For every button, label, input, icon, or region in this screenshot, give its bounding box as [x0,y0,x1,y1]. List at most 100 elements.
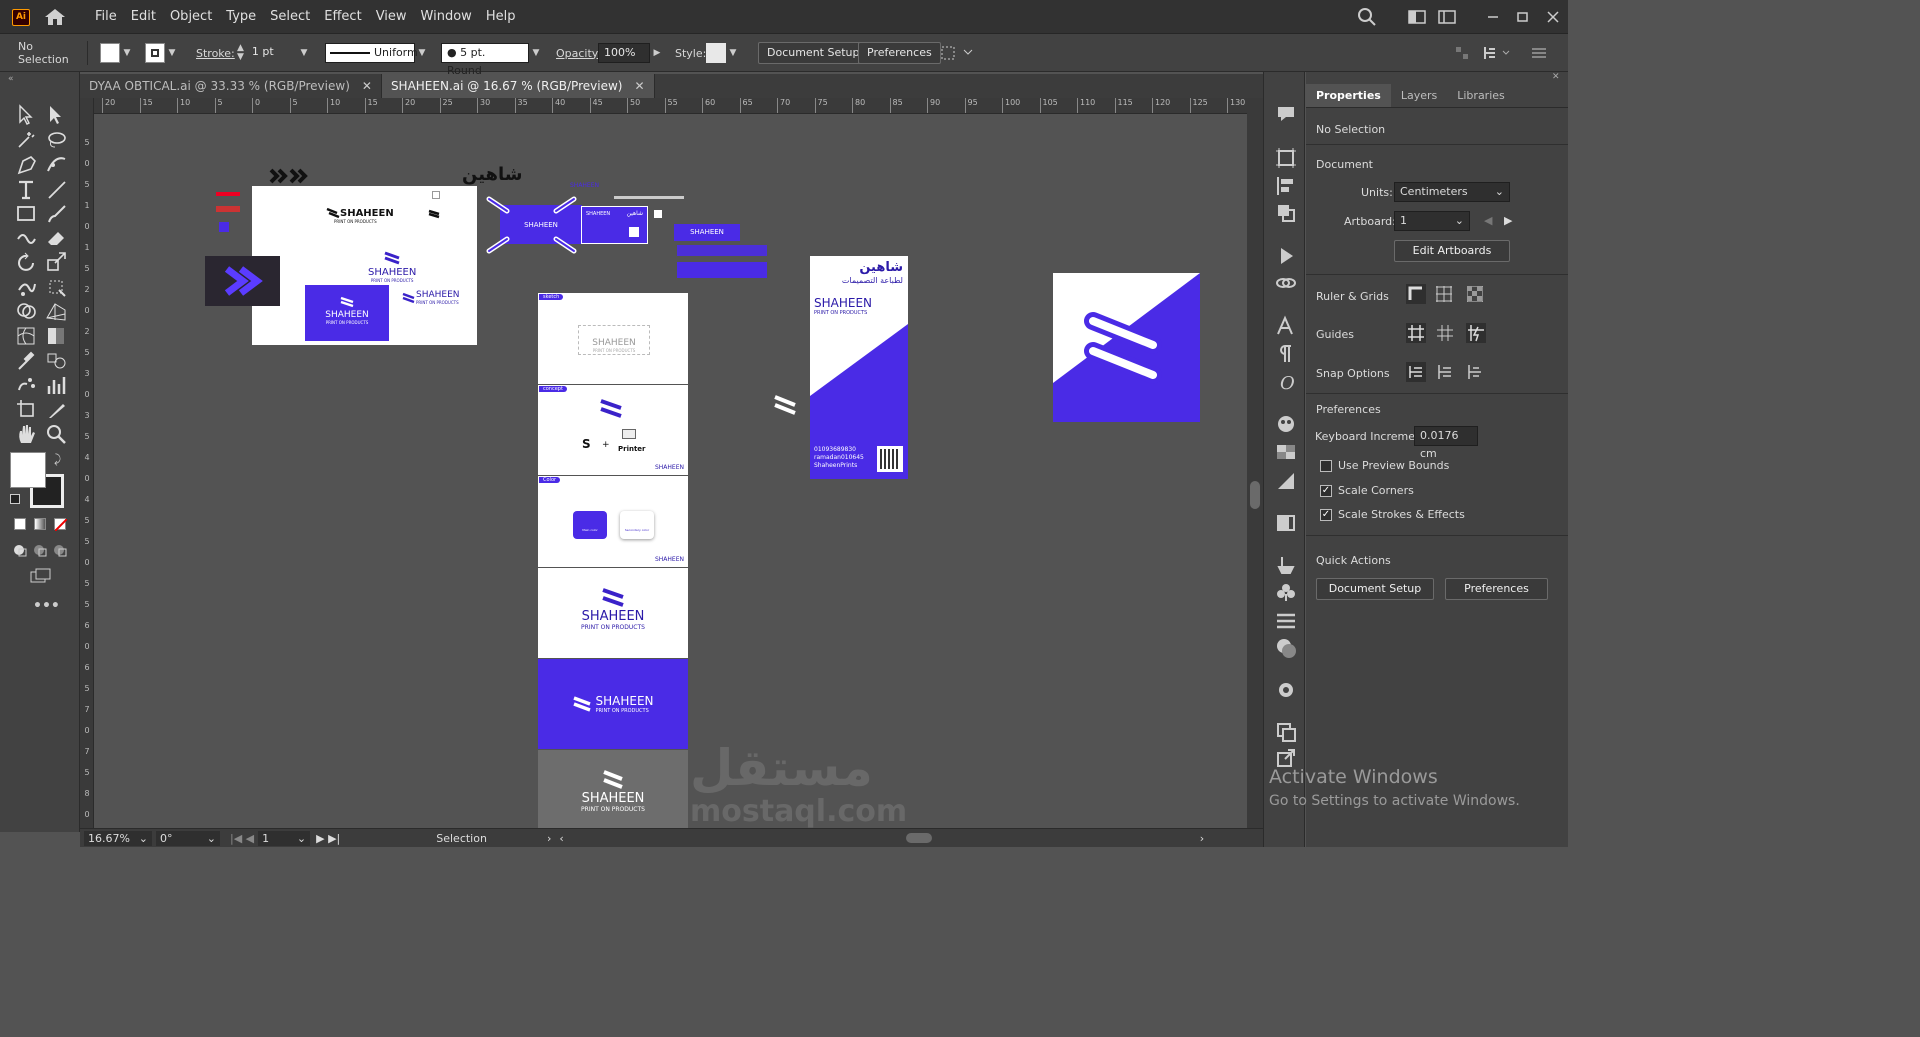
opacity-label[interactable]: Opacity: [556,34,601,72]
keyboard-increment-input[interactable]: 0.0176 cm [1414,426,1478,460]
smart-guides-icon[interactable] [1466,323,1486,346]
rotate-tool-icon[interactable] [14,251,38,273]
variable-width-profile[interactable]: Uniform ▼ [325,34,429,72]
snap-to-grid-icon[interactable] [1437,364,1453,383]
links-icon[interactable] [1275,273,1297,293]
type-tool-icon[interactable] [14,178,38,200]
arrange-documents-icon[interactable] [1432,0,1462,34]
artboard-rollup-banner[interactable]: شاهين لطباعة التصميمات SHAHEEN PRINT ON … [810,256,908,479]
menu-edit[interactable]: Edit [124,0,163,34]
horizontal-ruler[interactable]: 20 15 10 5 0 5 10 15 20 25 30 35 40 45 50 55 60 65 70 75 80 8… [94,98,1247,114]
chevron-right-icon[interactable]: › [547,832,551,845]
next-artboard-icon[interactable]: ▶ ▶| [316,832,340,845]
preferences-button[interactable]: Preferences [1445,578,1548,600]
free-transform-tool-icon[interactable] [44,276,68,298]
scroll-left-icon[interactable]: ‹ [559,832,563,845]
snap-to-point-icon[interactable] [1406,362,1426,385]
brush-field[interactable]: ● 5 pt. Round [441,43,529,77]
chevron-down-icon[interactable]: ▼ [120,43,134,63]
tab-libraries[interactable]: Libraries [1447,84,1515,107]
arrange-icon[interactable] [940,34,974,72]
eraser-tool-icon[interactable] [44,227,68,249]
scroll-right-icon[interactable]: › [1200,832,1204,845]
close-icon[interactable] [1538,0,1568,34]
curvature-tool-icon[interactable] [44,153,68,175]
direct-selection-tool-icon[interactable] [44,104,68,126]
character-icon[interactable] [1275,315,1297,336]
use-preview-bounds-checkbox[interactable]: Use Preview Bounds [1320,459,1449,472]
transparency-grid-icon[interactable] [1466,285,1484,305]
fill-control[interactable]: ▼ [100,34,134,72]
selection-tool-icon[interactable] [14,104,38,126]
transparency-icon[interactable] [1275,513,1297,533]
artboard-tool-icon[interactable] [14,398,38,420]
menu-select[interactable]: Select [263,0,317,34]
menu-type[interactable]: Type [219,0,263,34]
symbol-sprayer-tool-icon[interactable] [14,374,38,396]
align-icon[interactable] [1275,176,1297,196]
swatches-icon[interactable] [1275,442,1297,462]
scale-tool-icon[interactable] [44,251,68,273]
blend-tool-icon[interactable] [44,349,68,371]
symbols-icon[interactable] [1275,582,1297,602]
menu-file[interactable]: File [88,0,124,34]
checkbox-unchecked[interactable] [1320,460,1332,472]
stroke-weight[interactable]: ▲ ▼ 1 pt ▼ [237,34,311,72]
profile-field[interactable]: Uniform [325,43,418,63]
menu-view[interactable]: View [369,0,414,34]
hand-tool-icon[interactable] [14,423,38,445]
scale-corners-checkbox[interactable]: ✓ Scale Corners [1320,484,1414,497]
opacity-input[interactable]: 100% [598,43,650,63]
canvas[interactable]: شاهين SHAHEEN PRINT ON PRODUCTS SHAHEEN … [94,114,1247,828]
color-mode-icon[interactable] [14,518,26,530]
swap-icon[interactable]: ⤸ [54,452,61,467]
document-setup-button[interactable]: Document Setup [758,42,869,64]
chevron-right-icon[interactable]: ▶ [650,43,664,63]
pathfinder-icon[interactable] [1275,203,1297,223]
chevron-down-icon[interactable]: ▼ [726,43,740,63]
color-guide-icon[interactable] [1275,414,1297,434]
appearance-icon[interactable] [1275,638,1297,658]
align-icon[interactable] [1455,34,1469,72]
first-artboard-icon[interactable]: |◀ ◀ [230,832,254,845]
perspective-grid-tool-icon[interactable] [44,300,68,322]
workspace-icon[interactable] [1402,0,1432,34]
puppet-icon[interactable] [1275,555,1297,575]
pen-tool-icon[interactable] [14,153,38,175]
home-icon[interactable] [44,8,66,26]
graphic-styles-icon[interactable] [1275,680,1297,700]
magic-wand-tool-icon[interactable] [14,129,38,151]
gradient-mode-icon[interactable] [34,518,46,530]
menu-effect[interactable]: Effect [317,0,368,34]
snap-icon[interactable] [1483,34,1513,72]
next-artboard-icon[interactable]: ▶ [1504,214,1512,227]
scale-strokes-checkbox[interactable]: ✓ Scale Strokes & Effects [1320,508,1465,521]
stepper-icon[interactable]: ▲ ▼ [237,44,244,62]
preferences-button[interactable]: Preferences [858,42,941,64]
stroke-swatch[interactable] [145,43,165,63]
units-select[interactable]: Centimeters ⌄ [1394,182,1510,202]
lasso-tool-icon[interactable] [44,129,68,151]
opacity-control[interactable]: 100% ▶ [598,34,664,72]
menu-object[interactable]: Object [163,0,219,34]
close-icon[interactable]: ✕ [362,79,372,93]
collapse-icon[interactable]: « [8,74,14,84]
stroke-label[interactable]: Stroke: [196,34,235,72]
actions-icon[interactable] [1275,246,1297,266]
slice-tool-icon[interactable] [44,398,68,420]
draw-normal-icon[interactable] [13,543,27,557]
fill-box[interactable] [10,452,46,488]
grid-icon[interactable] [1436,286,1452,305]
draw-behind-icon[interactable] [33,543,47,557]
artboards-icon[interactable] [1275,148,1297,168]
zoom-tool-icon[interactable] [44,423,68,445]
ruler-icon[interactable] [1406,284,1426,307]
menu-help[interactable]: Help [479,0,523,34]
current-tool[interactable]: Selection [436,832,487,845]
document-setup-control[interactable]: Document Setup [758,34,869,72]
close-panel-icon[interactable]: ✕ [1552,72,1560,82]
warp-tool-icon[interactable] [14,276,38,298]
lock-guides-icon[interactable] [1437,325,1453,344]
document-setup-button[interactable]: Document Setup [1316,578,1434,600]
preferences-control[interactable]: Preferences [858,34,941,72]
